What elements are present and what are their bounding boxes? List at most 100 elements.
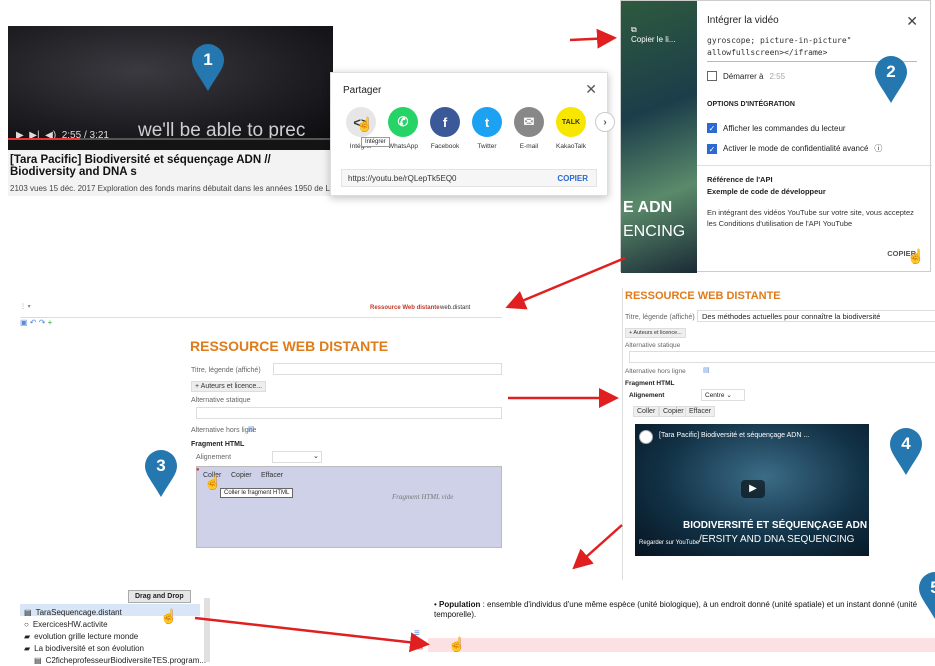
align-select[interactable]: Centre ⌄: [701, 389, 745, 401]
share-option[interactable]: ✉ E-mail: [509, 107, 549, 150]
add-icon[interactable]: +: [48, 318, 53, 327]
step-marker-2: 2: [873, 56, 909, 104]
bullet-text: : ensemble d'individus d'une même espèce…: [434, 600, 918, 619]
alt-label: Alternative statique: [625, 342, 681, 349]
editor-empty-panel: ⋮ ▾ Ressource Web distante web.distant ▣…: [20, 303, 502, 548]
file-icon: ▤: [34, 655, 42, 665]
next-arrow-icon[interactable]: ›: [585, 107, 625, 132]
step-marker-3: 3: [143, 450, 179, 498]
video-thumbnail: ⧉ Copier le li... E ADN ENCING: [621, 1, 697, 273]
file-icon[interactable]: ▤: [703, 366, 710, 374]
align-label: Alignement: [629, 392, 665, 399]
start-label: Démarrer à: [723, 71, 764, 81]
hand-cursor-icon: ☝: [907, 248, 925, 264]
share-option[interactable]: f Facebook: [425, 107, 465, 150]
scrollbar[interactable]: [204, 598, 210, 662]
start-at-option[interactable]: Démarrer à 2:55: [707, 71, 785, 81]
bullet-item: • Population : ensemble d'individus d'un…: [434, 600, 918, 619]
title-input[interactable]: [273, 363, 502, 375]
drop-target[interactable]: [428, 638, 935, 652]
opt2-label: Activer le mode de confidentialité avanc…: [723, 144, 869, 153]
share-option-label: E-mail: [519, 143, 539, 150]
copy-url-button[interactable]: COPIER: [557, 174, 588, 183]
share-option-label: Twitter: [477, 143, 497, 150]
paste-button[interactable]: Coller: [633, 406, 660, 417]
arrow-4: [572, 524, 623, 570]
authors-button[interactable]: + Auteurs et licence...: [191, 381, 267, 392]
tree-item[interactable]: ▰ evolution grille lecture monde: [24, 630, 138, 642]
help-icon[interactable]: ⓘ: [874, 143, 882, 154]
tree-item-label: evolution grille lecture monde: [34, 631, 139, 641]
file-tree-panel: ▤ TaraSequencage.distant ○ ExercicesHW.acti…: [20, 590, 210, 665]
divider: [697, 165, 932, 166]
copy-link-label[interactable]: ⧉ Copier le li...: [631, 25, 675, 44]
tree-item[interactable]: ▰ La biodiversité et son évolution: [24, 642, 144, 654]
marker-number: 2: [886, 62, 896, 81]
empty-fragment-text: Fragment HTML vide: [392, 493, 454, 501]
copy-button[interactable]: Copier: [659, 406, 688, 417]
paragraph-icon[interactable]: ≡: [414, 628, 420, 639]
fragment-label: Fragment HTML: [625, 380, 675, 387]
title-label: Titre, légende (affiché): [191, 367, 261, 374]
tree-item[interactable]: ▤ TaraSequencage.distant: [24, 606, 122, 618]
share-option-icon[interactable]: ✉: [514, 107, 544, 137]
authors-button[interactable]: + Auteurs et licence...: [625, 328, 686, 338]
checkbox-checked[interactable]: ✓: [707, 143, 717, 154]
embed-dialog: ⧉ Copier le li... E ADN ENCING Intégrer l…: [620, 0, 932, 273]
resource-heading: RESSOURCE WEB DISTANTE: [625, 290, 781, 302]
privacy-mode-option[interactable]: ✓ Activer le mode de confidentialité avan…: [707, 143, 882, 154]
alt-label: Alternative statique: [191, 397, 251, 404]
share-option-icon[interactable]: t: [472, 107, 502, 137]
start-checkbox[interactable]: [707, 71, 717, 81]
close-icon[interactable]: ✕: [906, 13, 918, 30]
progress-bar[interactable]: [8, 138, 333, 140]
alt-input[interactable]: [196, 407, 502, 419]
embed-title: Intégrer la vidéo: [707, 15, 779, 26]
redo-icon[interactable]: ↷: [39, 318, 46, 327]
video-overlay-text-2: /ERSITY AND DNA SEQUENCING: [699, 534, 855, 545]
marker-number: 4: [901, 434, 911, 453]
watch-on-youtube[interactable]: Regarder sur YouTube: [639, 540, 699, 546]
align-select[interactable]: ⌄: [272, 451, 322, 463]
alt-input[interactable]: [629, 351, 935, 363]
file-icon[interactable]: ▤: [248, 425, 255, 433]
share-option-icon[interactable]: f: [430, 107, 460, 137]
share-option[interactable]: t Twitter: [467, 107, 507, 150]
play-button[interactable]: ▶: [741, 480, 765, 498]
embedded-video[interactable]: [Tara Pacific] Biodiversité et séquençag…: [635, 424, 869, 556]
tree-item-label: ExercicesHW.activite: [32, 619, 108, 629]
drop-target-icon: ▤: [414, 640, 424, 651]
youtube-video-panel: we'll be able to prec ▶ ▶| ◀) 2:55 / 3:2…: [8, 26, 333, 196]
video-title: [Tara Pacific] Biodiversité et séquençag…: [8, 150, 333, 196]
title-input[interactable]: Des méthodes actuelles pour connaître la…: [697, 310, 935, 322]
thumbnail-text-2: ENCING: [623, 223, 686, 240]
share-option-icon[interactable]: ✆: [388, 107, 418, 137]
step-marker-4: 4: [888, 428, 924, 476]
tree-item[interactable]: ▤ C2ficheprofesseurBiodiversiteTES.progra…: [34, 654, 206, 666]
folder-icon: ▰: [24, 631, 31, 641]
save-icon[interactable]: ▣: [20, 318, 28, 327]
step-marker-1: 1: [190, 44, 226, 92]
undo-icon[interactable]: ↶: [30, 318, 37, 327]
tree-item[interactable]: ○ ExercicesHW.activite: [24, 618, 108, 630]
checkbox-checked[interactable]: ✓: [707, 123, 717, 133]
share-option-icon[interactable]: TALK: [556, 107, 586, 137]
resource-link[interactable]: Ressource Web distante: [370, 305, 440, 311]
file-icon: ▤: [24, 607, 32, 617]
api-heading: Référence de l'API: [707, 175, 773, 184]
hand-cursor-icon: ☝: [204, 474, 222, 490]
arrow-1: [569, 28, 617, 49]
video-meta: 2103 vues 15 déc. 2017 Exploration des f…: [10, 184, 331, 193]
offline-label: Alternative hors ligne: [191, 427, 257, 434]
share-option-label: Facebook: [430, 143, 460, 150]
editor-toolbar: ▣ ↶ ↷ +: [20, 317, 502, 327]
video-title-text: [Tara Pacific] Biodiversité et séquençag…: [10, 154, 271, 178]
options-heading: OPTIONS D'INTÉGRATION: [707, 101, 795, 108]
close-icon[interactable]: ✕: [585, 81, 597, 98]
share-url-field[interactable]: https://youtu.be/rQLepTk5EQ0 COPIER: [341, 169, 597, 187]
player-controls-option[interactable]: ✓ Afficher les commandes du lecteur: [707, 123, 846, 133]
clear-button[interactable]: Effacer: [685, 406, 716, 417]
arrow-2: [505, 256, 626, 310]
clear-button[interactable]: Effacer: [258, 471, 286, 480]
copy-button[interactable]: Copier: [228, 471, 255, 480]
